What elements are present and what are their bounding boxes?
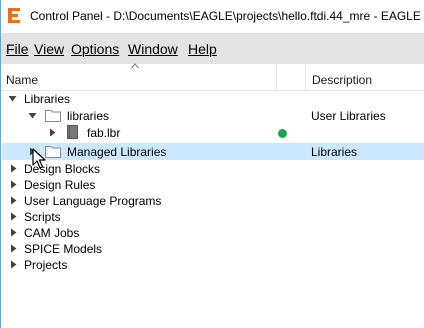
tree-row-description: User Libraries bbox=[311, 109, 386, 123]
column-header-name[interactable]: Name bbox=[6, 73, 38, 87]
collapsed-arrow-icon[interactable] bbox=[9, 164, 18, 173]
folder-icon bbox=[45, 146, 61, 158]
menu-bar: File View Options Window Help bbox=[1, 33, 424, 64]
collapsed-arrow-icon[interactable] bbox=[9, 260, 18, 269]
menu-file[interactable]: File bbox=[6, 41, 29, 57]
tree-row-cam-jobs[interactable]: CAM Jobs bbox=[2, 224, 424, 241]
column-divider[interactable] bbox=[305, 64, 306, 91]
tree-row-projects[interactable]: Projects bbox=[2, 256, 424, 273]
tree-row-label: User Language Programs bbox=[24, 194, 162, 208]
tree-row-label: fab.lbr bbox=[87, 126, 121, 140]
collapsed-arrow-icon[interactable] bbox=[48, 128, 57, 137]
menu-options[interactable]: Options bbox=[71, 41, 119, 57]
tree-row-label: Libraries bbox=[24, 92, 71, 106]
control-panel-window: Control Panel - D:\Documents\EAGLE\proje… bbox=[0, 0, 424, 328]
collapsed-arrow-icon[interactable] bbox=[9, 244, 18, 253]
tree-row-user-libraries[interactable]: libraries User Libraries bbox=[2, 107, 424, 124]
folder-icon bbox=[45, 110, 61, 122]
collapsed-arrow-icon[interactable] bbox=[9, 196, 18, 205]
collapsed-arrow-icon[interactable] bbox=[9, 180, 18, 189]
eagle-app-icon bbox=[8, 8, 20, 23]
tree-row-label: Projects bbox=[24, 258, 68, 272]
tree-row-label: libraries bbox=[67, 109, 110, 123]
tree-header: Name Description bbox=[1, 64, 424, 91]
expanded-arrow-icon[interactable] bbox=[8, 94, 17, 103]
collapsed-arrow-icon[interactable] bbox=[9, 212, 18, 221]
library-file-icon bbox=[67, 125, 78, 139]
column-divider[interactable] bbox=[276, 64, 277, 91]
menu-window[interactable]: Window bbox=[128, 41, 178, 57]
tree-row-user-language-programs[interactable]: User Language Programs bbox=[2, 192, 424, 209]
menu-help[interactable]: Help bbox=[188, 41, 217, 57]
tree-row-label: SPICE Models bbox=[24, 242, 103, 256]
tree-row-label: Scripts bbox=[24, 210, 61, 224]
tree-row-fab-lbr[interactable]: fab.lbr bbox=[2, 124, 424, 141]
tree-row-label: Design Rules bbox=[24, 178, 96, 192]
tree-row-managed-libraries[interactable]: Managed Libraries Libraries bbox=[2, 143, 424, 160]
tree-row-design-blocks[interactable]: Design Blocks bbox=[2, 160, 424, 177]
mouse-pointer-icon bbox=[32, 148, 46, 169]
sort-ascending-icon bbox=[131, 63, 139, 69]
tree-row-label: Managed Libraries bbox=[67, 145, 167, 159]
menu-view[interactable]: View bbox=[34, 41, 64, 57]
column-header-description[interactable]: Description bbox=[312, 73, 372, 87]
tree-row-description: Libraries bbox=[311, 145, 358, 159]
tree-row-spice-models[interactable]: SPICE Models bbox=[2, 240, 424, 257]
window-title: Control Panel - D:\Documents\EAGLE\proje… bbox=[30, 9, 424, 23]
tree-row-libraries[interactable]: Libraries bbox=[2, 90, 424, 107]
collapsed-arrow-icon[interactable] bbox=[9, 228, 18, 237]
expanded-arrow-icon[interactable] bbox=[28, 111, 37, 120]
tree-row-scripts[interactable]: Scripts bbox=[2, 208, 424, 225]
title-bar[interactable]: Control Panel - D:\Documents\EAGLE\proje… bbox=[1, 0, 424, 33]
tree-row-design-rules[interactable]: Design Rules bbox=[2, 176, 424, 193]
tree-row-label: CAM Jobs bbox=[24, 226, 80, 240]
green-dot-icon bbox=[278, 129, 287, 138]
